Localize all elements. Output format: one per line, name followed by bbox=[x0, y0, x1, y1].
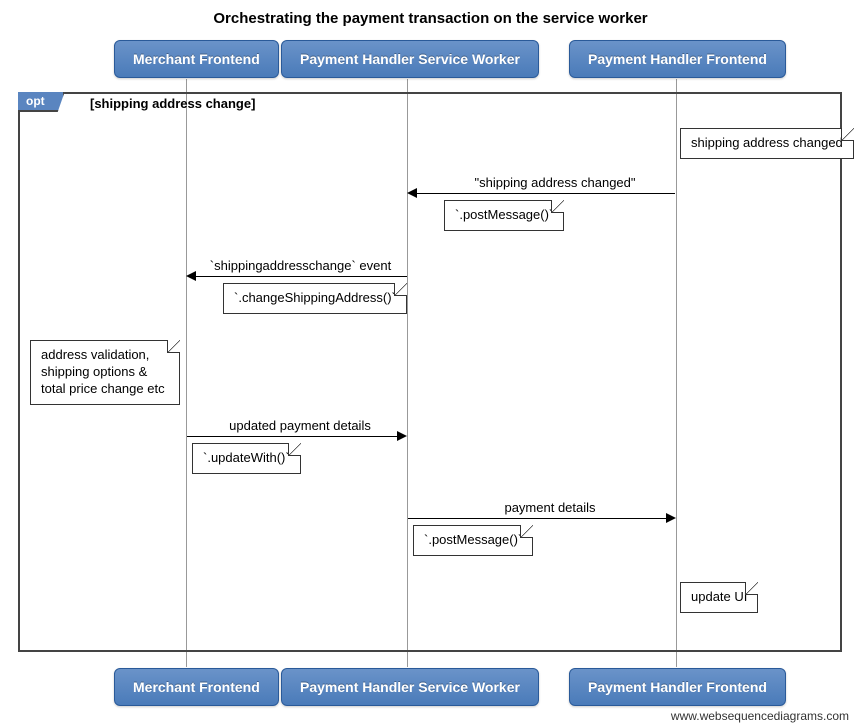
msg1-arrowhead bbox=[407, 188, 417, 198]
participant-frontend-bottom: Payment Handler Frontend bbox=[569, 668, 786, 706]
msg4-label: payment details bbox=[490, 500, 610, 515]
diagram-title: Orchestrating the payment transaction on… bbox=[0, 10, 861, 27]
msg3-arrow bbox=[187, 436, 403, 437]
participant-frontend-top: Payment Handler Frontend bbox=[569, 40, 786, 78]
participant-sw-top: Payment Handler Service Worker bbox=[281, 40, 539, 78]
msg4-arrow bbox=[408, 518, 672, 519]
participant-sw-bottom: Payment Handler Service Worker bbox=[281, 668, 539, 706]
msg3-arrowhead bbox=[397, 431, 407, 441]
msg4-method-note: `.postMessage()` bbox=[413, 525, 533, 556]
msg2-arrowhead bbox=[186, 271, 196, 281]
msg2-method-note: `.changeShippingAddress()` bbox=[223, 283, 407, 314]
opt-tag: opt bbox=[18, 92, 65, 112]
msg2-arrow bbox=[190, 276, 407, 277]
msg1-arrow bbox=[411, 193, 675, 194]
participant-merchant-top: Merchant Frontend bbox=[114, 40, 279, 78]
note-address-validation: address validation, shipping options & t… bbox=[30, 340, 180, 405]
msg2-label: `shippingaddresschange` event bbox=[198, 258, 403, 273]
msg3-method-note: `.updateWith()` bbox=[192, 443, 301, 474]
watermark: www.websequencediagrams.com bbox=[671, 709, 849, 723]
note-shipping-changed: shipping address changed bbox=[680, 128, 854, 159]
msg4-arrowhead bbox=[666, 513, 676, 523]
msg1-label: "shipping address changed" bbox=[440, 175, 670, 190]
msg3-label: updated payment details bbox=[220, 418, 380, 433]
note-update-ui: update UI bbox=[680, 582, 758, 613]
participant-merchant-bottom: Merchant Frontend bbox=[114, 668, 279, 706]
msg1-method-note: `.postMessage()` bbox=[444, 200, 564, 231]
opt-condition: [shipping address change] bbox=[90, 96, 255, 111]
